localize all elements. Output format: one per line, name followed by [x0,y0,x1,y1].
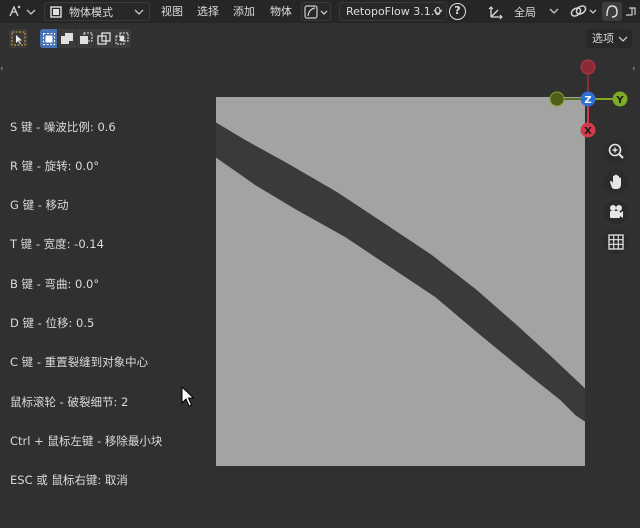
editor-type-button[interactable] [4,2,38,21]
shading-mode-button[interactable] [301,2,331,21]
select-subtract-button[interactable] [76,29,95,48]
proportional-editing-button[interactable] [602,2,622,21]
hint-displace: D 键 - 位移: 0.5 [10,316,95,330]
chevron-down-icon [433,9,443,15]
select-new-icon [42,32,55,45]
select-tool-button[interactable] [9,29,28,48]
menu-view[interactable]: 视图 [161,2,183,21]
mouse-cursor-icon [181,386,195,407]
hint-bend: B 键 - 弯曲: 0.0° [10,277,100,291]
chevron-down-icon [549,8,559,14]
mode-select-label: 物体模式 [69,5,113,19]
snap-icon [626,7,636,16]
menu-object[interactable]: 物体 [270,2,292,21]
hint-move: G 键 - 移动 [10,198,69,212]
axis-gizmo-svg: Z Y X [549,59,628,138]
transform-orientation-icon [488,5,503,19]
chevron-down-icon [618,36,628,42]
select-intersect-icon [115,32,129,44]
proportional-editing-icon [606,5,618,18]
menu-add[interactable]: 添加 [233,2,255,21]
hint-width: T 键 - 宽度: -0.14 [10,237,104,251]
pivot-link-button[interactable] [568,2,600,21]
select-extend-button[interactable] [58,29,76,48]
hand-icon [610,174,621,189]
hint-rotate: R 键 - 旋转: 0.0° [10,159,100,173]
y-axis-label: Y [615,95,624,106]
z-axis-label: Z [584,95,591,106]
help-icon[interactable]: ? [449,3,466,20]
camera-icon [610,205,623,218]
zoom-icon [608,143,624,159]
select-intersect-button[interactable] [113,29,132,48]
snapping-button[interactable] [624,2,640,21]
x-axis-label: X [584,126,592,137]
neg-y-axis-handle[interactable] [549,91,565,107]
select-new-button[interactable] [40,29,58,48]
hint-remove-smallest: Ctrl + 鼠标左键 - 移除最小块 [10,434,163,448]
shading-icon [304,5,328,19]
cursor-select-icon [11,31,26,46]
select-extend-icon [61,32,74,44]
select-subtract-icon [79,32,93,44]
editor-type-icon [9,5,36,17]
pan-button[interactable] [604,170,628,194]
camera-view-button[interactable] [604,200,628,224]
neg-x-axis-handle[interactable] [580,59,596,75]
perspective-toggle-button[interactable] [604,230,628,254]
object-mode-icon [50,5,62,18]
hint-detail: 鼠标滚轮 - 破裂细节: 2 [10,395,129,409]
mode-select[interactable]: 物体模式 [44,2,150,21]
plane-object[interactable] [216,97,585,466]
viewport-header: 物体模式 视图 选择 添加 物体 RetopoFlow 3.1.0 ? 全局 [0,0,640,23]
tool-header: 选项 [0,28,640,50]
hint-scale: S 键 - 噪波比例: 0.6 [10,120,116,134]
chevron-down-icon [134,9,144,15]
hint-reset: C 键 - 重置裂缝到对象中心 [10,355,149,369]
link-icon [570,5,597,17]
navigation-gizmo[interactable]: Z Y X [545,58,635,140]
options-label: 选项 [592,32,614,45]
transform-orientation-label: 全局 [514,5,536,19]
retopoflow-select[interactable]: RetopoFlow 3.1.0 [339,2,447,21]
selection-mode-group [40,29,132,48]
zoom-button[interactable] [604,140,628,164]
grid-icon [608,234,624,250]
transform-orientation-select[interactable]: 全局 [485,2,562,21]
hint-cancel: ESC 或 鼠标右键: 取消 [10,473,128,487]
options-dropdown[interactable]: 选项 [586,29,632,48]
crack-shape [216,122,585,422]
retopoflow-label: RetopoFlow 3.1.0 [346,5,442,18]
menu-select[interactable]: 选择 [197,2,219,21]
select-invert-icon [97,31,111,45]
select-invert-button[interactable] [95,29,113,48]
